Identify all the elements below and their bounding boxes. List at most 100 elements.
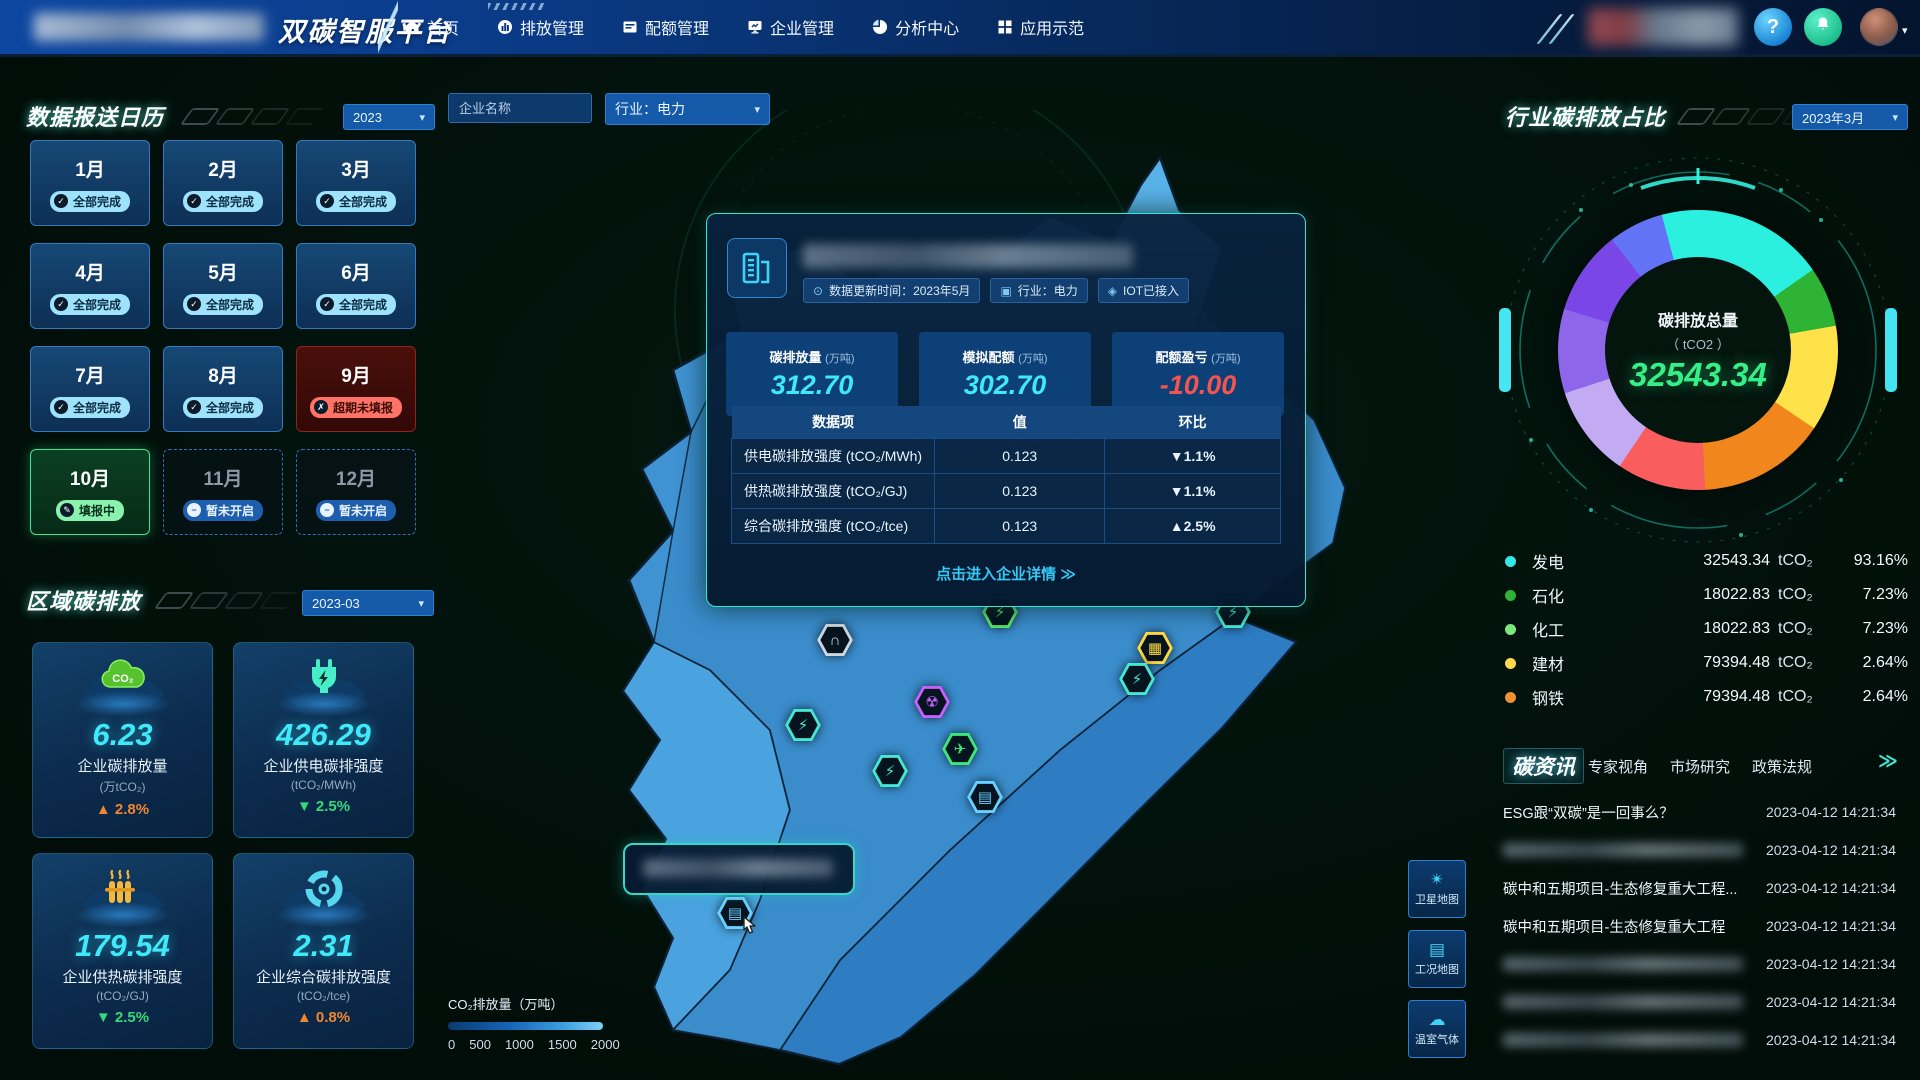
nav-item-emission[interactable]: 排放管理	[497, 15, 584, 39]
nav-item-enterprise[interactable]: 企业管理	[747, 15, 834, 39]
map-marker-lightning-icon[interactable]: ⚡	[1118, 662, 1156, 696]
month-card-10[interactable]: 10月✎填报中	[30, 449, 150, 535]
user-org-label	[1588, 8, 1738, 46]
user-avatar[interactable]	[1860, 8, 1898, 46]
news-item[interactable]: ESG跟“双碳”是一回事么？2023-04-12 14:21:34	[1503, 800, 1896, 824]
nav-item-home[interactable]: 首页	[404, 15, 459, 39]
redacted-news-title	[1503, 995, 1743, 1009]
user-menu-caret-icon[interactable]: ▾	[1902, 24, 1908, 37]
minus-icon: −	[320, 503, 334, 517]
nav-item-quota[interactable]: 配额管理	[622, 15, 709, 39]
industry-panel-title: 行业碳排放占比	[1505, 100, 1666, 132]
metric-card-composite: 2.31 企业综合碳排放强度 (tCO₂/tce) ▲ 0.8%	[233, 853, 414, 1049]
news-item[interactable]: 2023-04-12 14:21:34	[1503, 838, 1896, 862]
industry-donut-zone: 碳排放总量 （ tCO2 ） 32543.34	[1503, 160, 1893, 540]
enterprise-name	[803, 244, 1133, 268]
calendar-grid: 1月✓全部完成 2月✓全部完成 3月✓全部完成 4月✓全部完成 5月✓全部完成 …	[30, 140, 416, 535]
enterprise-popup: ⊙数据更新时间：2023年5月 ▣行业：电力 ◈IOT已接入 碳排放量 (万吨)…	[706, 213, 1306, 607]
stat-balance: 配额盈亏 (万吨) -10.00	[1112, 332, 1284, 416]
news-tab-policy[interactable]: 政策法规	[1752, 756, 1812, 777]
legend-dot-icon	[1505, 692, 1516, 703]
map-co2-legend: CO₂排放量（万吨） 0 500 1000 1500 2000	[448, 994, 620, 1052]
news-item[interactable]: 2023-04-12 14:21:34	[1503, 1028, 1896, 1052]
svg-text:CO₂: CO₂	[112, 673, 134, 685]
month-card-9[interactable]: 9月✗超期未填报	[296, 346, 416, 432]
industry-icon: ▣	[1000, 284, 1011, 298]
cursor-icon	[737, 915, 759, 944]
title-decoration	[186, 108, 319, 125]
map-marker-lightning-icon[interactable]: ⚡	[784, 708, 822, 742]
nav-item-demo[interactable]: 应用示范	[997, 15, 1084, 39]
legend-row-building: 建材79394.48 tCO₂2.64%	[1505, 650, 1908, 676]
co2-gradient-bar	[448, 1022, 603, 1030]
map-layer-buttons: ✴ 卫星地图 ▤ 工况地图 ☁ 温室气体	[1408, 860, 1466, 1058]
map-marker-plane-icon[interactable]: ✈	[941, 732, 979, 766]
donut-center: 碳排放总量 （ tCO2 ） 32543.34	[1605, 257, 1791, 443]
map-marker-battery-icon[interactable]: ▦	[1136, 631, 1174, 665]
demo-icon	[997, 19, 1013, 35]
nav-item-analysis[interactable]: 分析中心	[872, 15, 959, 39]
help-button[interactable]: ?	[1754, 8, 1792, 46]
regional-metric-grid: CO₂ 6.23 企业碳排放量 (万tCO₂) ▲ 2.8% 426.29 企业…	[32, 642, 414, 1049]
satellite-map-button[interactable]: ✴ 卫星地图	[1408, 860, 1466, 918]
news-panel-title: 碳资讯	[1503, 748, 1584, 784]
update-time-badge: ⊙数据更新时间：2023年5月	[803, 278, 980, 303]
greenhouse-gas-button[interactable]: ☁ 温室气体	[1408, 1000, 1466, 1058]
month-card-12[interactable]: 12月−暂未开启	[296, 449, 416, 535]
regional-panel-title: 区域碳排放	[26, 584, 141, 616]
month-card-1[interactable]: 1月✓全部完成	[30, 140, 150, 226]
month-card-5[interactable]: 5月✓全部完成	[163, 243, 283, 329]
top-bar: 双碳智服平台 首页 排放管理 配额管理 企业管理 分析中心	[0, 0, 1920, 57]
month-card-4[interactable]: 4月✓全部完成	[30, 243, 150, 329]
legend-row-petrochem: 石化18022.83 tCO₂7.23%	[1505, 582, 1908, 608]
enterprise-stats: 碳排放量 (万吨) 312.70 模拟配额 (万吨) 302.70 配额盈亏 (…	[726, 332, 1284, 416]
legend-dot-icon	[1505, 556, 1516, 567]
legend-row-chemical: 化工18022.83 tCO₂7.23%	[1505, 616, 1908, 642]
calendar-year-select[interactable]: 2023▾	[343, 104, 435, 130]
notifications-button[interactable]	[1804, 8, 1842, 46]
month-card-6[interactable]: 6月✓全部完成	[296, 243, 416, 329]
check-icon: ✓	[187, 297, 201, 311]
up-arrow-icon: ▲	[96, 801, 115, 818]
news-item[interactable]: 2023-04-12 14:21:34	[1503, 952, 1896, 976]
condition-map-button[interactable]: ▤ 工况地图	[1408, 930, 1466, 988]
emission-icon	[497, 19, 513, 35]
down-arrow-icon: ▼	[297, 798, 316, 815]
check-icon: ✓	[54, 297, 68, 311]
map-marker-document-icon[interactable]: ▤	[966, 780, 1004, 814]
heater-icon	[100, 868, 146, 915]
co2-cloud-icon: CO₂	[96, 657, 150, 702]
legend-dot-icon	[1505, 590, 1516, 601]
news-tab-expert[interactable]: 专家视角	[1588, 756, 1648, 777]
news-item[interactable]: 碳中和五期项目-生态修复重大工程2023-04-12 14:21:34	[1503, 914, 1896, 938]
chevron-down-icon: ▾	[419, 111, 425, 124]
enterprise-detail-link[interactable]: 点击进入企业详情 ≫	[707, 563, 1305, 584]
month-card-3[interactable]: 3月✓全部完成	[296, 140, 416, 226]
industry-period-select[interactable]: 2023年3月▾	[1792, 104, 1908, 130]
news-item[interactable]: 碳中和五期项目-生态修复重大工程...2023-04-12 14:21:34	[1503, 876, 1896, 900]
dashboard: 双碳智服平台 首页 排放管理 配额管理 企业管理 分析中心	[0, 0, 1920, 1080]
gauge-icon	[303, 868, 345, 915]
chevron-down-icon: ▾	[1892, 111, 1898, 124]
month-card-8[interactable]: 8月✓全部完成	[163, 346, 283, 432]
news-tab-market[interactable]: 市场研究	[1670, 756, 1730, 777]
legend-dot-icon	[1505, 658, 1516, 669]
news-item[interactable]: 2023-04-12 14:21:34	[1503, 990, 1896, 1014]
month-card-11[interactable]: 11月−暂未开启	[163, 449, 283, 535]
map-marker-radiation-icon[interactable]: ☢	[913, 685, 951, 719]
home-icon	[404, 19, 420, 35]
month-card-2[interactable]: 2月✓全部完成	[163, 140, 283, 226]
legend-dot-icon	[1505, 624, 1516, 635]
map-marker-magnet-icon[interactable]: ∩	[816, 623, 854, 657]
calendar-panel-title: 数据报送日历	[26, 100, 164, 132]
satellite-icon: ✴	[1430, 871, 1444, 888]
month-card-7[interactable]: 7月✓全部完成	[30, 346, 150, 432]
iot-badge: ◈IOT已接入	[1098, 278, 1189, 303]
legend-row-power: 发电32543.34 tCO₂93.16%	[1505, 548, 1908, 574]
regional-period-select[interactable]: 2023-03▾	[302, 590, 434, 616]
tooltip-company-name	[643, 859, 833, 877]
check-icon: ✓	[187, 400, 201, 414]
news-more-arrow-icon[interactable]: ≫	[1878, 750, 1898, 773]
map-marker-lightning-icon[interactable]: ⚡	[871, 754, 909, 788]
check-icon: ✓	[320, 194, 334, 208]
